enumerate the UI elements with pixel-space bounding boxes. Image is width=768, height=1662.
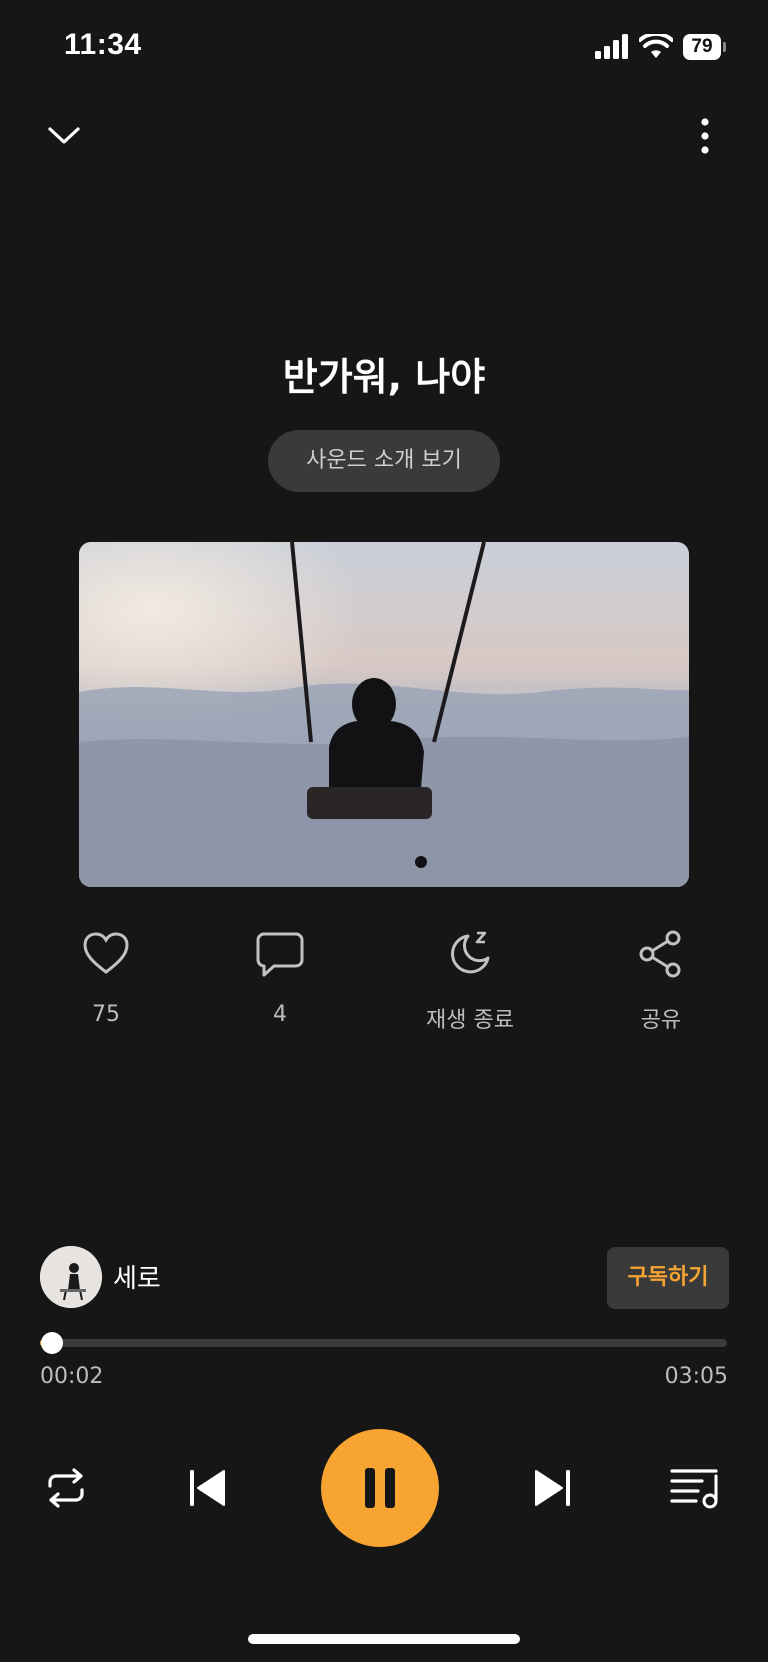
- like-count: 75: [92, 1002, 120, 1027]
- progress-handle[interactable]: [40, 1332, 63, 1354]
- more-options-icon[interactable]: [688, 114, 722, 158]
- current-time: 00:02: [40, 1364, 104, 1389]
- track-title: 반가워, 나야: [282, 355, 486, 399]
- share-label: 공유: [640, 1008, 682, 1033]
- cellular-signal-icon: [595, 34, 628, 59]
- creator-avatar[interactable]: [40, 1246, 102, 1308]
- comment-icon[interactable]: [254, 928, 306, 980]
- total-time: 03:05: [664, 1364, 728, 1389]
- comment-count: 4: [273, 1002, 287, 1027]
- heart-icon[interactable]: [80, 928, 132, 980]
- creator-name[interactable]: 세로: [113, 1258, 161, 1295]
- skip-next-icon[interactable]: [530, 1466, 574, 1510]
- battery-level: 79: [683, 34, 721, 60]
- sleep-timer-action[interactable]: 재생 종료: [400, 928, 540, 1034]
- comment-action[interactable]: 4: [210, 928, 350, 1027]
- share-action[interactable]: 공유: [591, 928, 731, 1034]
- moon-sleep-icon[interactable]: [444, 928, 496, 980]
- subscribe-button[interactable]: 구독하기: [607, 1247, 729, 1309]
- like-action[interactable]: 75: [36, 928, 176, 1027]
- pause-button[interactable]: [321, 1429, 439, 1547]
- home-indicator: [248, 1634, 520, 1644]
- sound-intro-button[interactable]: 사운드 소개 보기: [268, 430, 500, 492]
- pause-icon[interactable]: [358, 1466, 402, 1510]
- playlist-icon[interactable]: [670, 1466, 722, 1510]
- progress-bar[interactable]: [40, 1339, 727, 1347]
- chevron-down-icon[interactable]: [44, 116, 84, 156]
- status-time: 11:34: [64, 28, 142, 61]
- battery-indicator: 79: [683, 34, 727, 60]
- repeat-icon[interactable]: [44, 1466, 88, 1510]
- wifi-icon: [639, 34, 673, 58]
- skip-previous-icon[interactable]: [186, 1466, 230, 1510]
- sleep-timer-label: 재생 종료: [426, 1008, 514, 1033]
- share-icon[interactable]: [635, 928, 687, 980]
- track-artwork: [79, 542, 689, 887]
